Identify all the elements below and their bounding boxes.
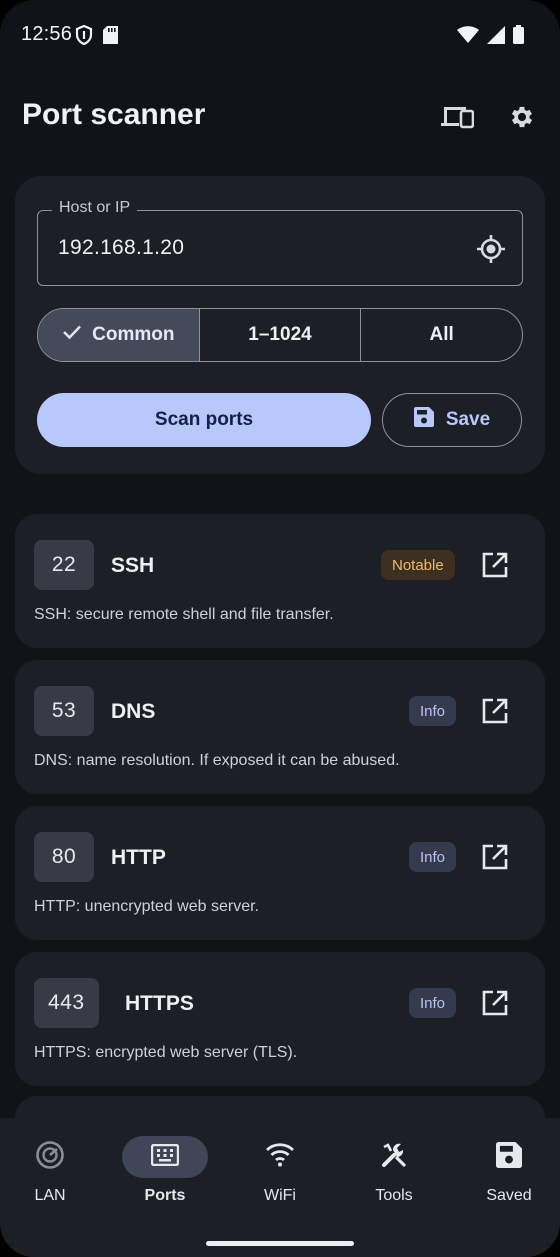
radar-icon bbox=[35, 1140, 65, 1175]
port-result-card[interactable]: 443 HTTPS Info HTTPS: encrypted web serv… bbox=[15, 952, 545, 1086]
page-title: Port scanner bbox=[22, 98, 206, 131]
port-description: SSH: secure remote shell and file transf… bbox=[34, 606, 334, 623]
signal-icon bbox=[487, 25, 505, 49]
range-option-1-1024[interactable]: 1–1024 bbox=[198, 309, 361, 361]
nav-item-ports[interactable]: Ports bbox=[115, 1136, 215, 1205]
save-icon bbox=[413, 407, 434, 433]
nav-label: LAN bbox=[34, 1187, 66, 1204]
range-option-common[interactable]: Common bbox=[38, 309, 199, 361]
port-number: 443 bbox=[34, 978, 99, 1028]
bottom-navigation: LAN Ports WiFi Tools Saved bbox=[0, 1118, 560, 1257]
service-name: HTTP bbox=[111, 846, 166, 869]
home-indicator[interactable] bbox=[206, 1241, 354, 1246]
scan-form-card: Host or IP Common 1–1024 All Scan ports bbox=[15, 176, 545, 474]
scan-ports-button[interactable]: Scan ports bbox=[37, 393, 371, 447]
range-option-label: 1–1024 bbox=[248, 324, 312, 345]
host-field-label: Host or IP bbox=[52, 199, 138, 217]
sd-card-icon bbox=[103, 26, 118, 49]
nav-item-wifi[interactable]: WiFi bbox=[230, 1136, 330, 1205]
port-description: DNS: name resolution. If exposed it can … bbox=[34, 752, 400, 769]
phone-screen: 12:56 Port scanner Host or IP 192.168.1.… bbox=[0, 0, 560, 1257]
devices-icon[interactable] bbox=[440, 100, 474, 134]
port-range-selector: Common 1–1024 All bbox=[37, 308, 523, 362]
check-icon bbox=[62, 324, 82, 346]
service-name: DNS bbox=[111, 700, 156, 723]
nav-label: WiFi bbox=[264, 1187, 296, 1204]
wifi-icon bbox=[457, 25, 479, 49]
open-in-new-icon[interactable] bbox=[481, 551, 509, 579]
port-result-card[interactable]: 22 SSH Notable SSH: secure remote shell … bbox=[15, 514, 545, 648]
severity-badge: Info bbox=[409, 988, 457, 1018]
shield-icon bbox=[75, 24, 93, 50]
wifi-icon bbox=[265, 1142, 295, 1173]
nav-label: Saved bbox=[486, 1187, 532, 1204]
service-name: HTTPS bbox=[125, 992, 194, 1015]
nav-label: Ports bbox=[144, 1187, 186, 1204]
range-option-label: Common bbox=[92, 324, 175, 345]
wrench-icon bbox=[380, 1141, 408, 1174]
port-number: 53 bbox=[34, 686, 94, 736]
port-result-card[interactable]: 80 HTTP Info HTTP: unencrypted web serve… bbox=[15, 806, 545, 940]
save-icon bbox=[496, 1141, 522, 1173]
port-result-card[interactable]: 53 DNS Info DNS: name resolution. If exp… bbox=[15, 660, 545, 794]
severity-badge: Notable bbox=[381, 550, 455, 580]
severity-badge: Info bbox=[409, 842, 457, 872]
range-option-label: All bbox=[429, 324, 454, 345]
port-number: 22 bbox=[34, 540, 94, 590]
open-in-new-icon[interactable] bbox=[481, 843, 509, 871]
save-label: Save bbox=[445, 409, 491, 430]
host-field[interactable]: Host or IP bbox=[37, 199, 523, 286]
status-time: 12:56 bbox=[21, 23, 73, 45]
keyboard-icon bbox=[150, 1143, 180, 1171]
scan-ports-label: Scan ports bbox=[154, 409, 254, 430]
severity-badge: Info bbox=[409, 696, 457, 726]
nav-label: Tools bbox=[375, 1187, 413, 1204]
settings-icon[interactable] bbox=[505, 100, 539, 134]
port-description: HTTPS: encrypted web server (TLS). bbox=[34, 1044, 298, 1061]
my-location-icon[interactable] bbox=[474, 232, 508, 266]
save-button[interactable]: Save bbox=[382, 393, 522, 447]
open-in-new-icon[interactable] bbox=[481, 697, 509, 725]
battery-icon bbox=[513, 25, 524, 49]
range-option-all[interactable]: All bbox=[360, 309, 522, 361]
host-input[interactable] bbox=[58, 233, 458, 263]
nav-item-saved[interactable]: Saved bbox=[459, 1136, 559, 1205]
nav-item-lan[interactable]: LAN bbox=[0, 1136, 100, 1205]
open-in-new-icon[interactable] bbox=[481, 989, 509, 1017]
port-number: 80 bbox=[34, 832, 94, 882]
status-bar: 12:56 bbox=[0, 0, 560, 70]
port-description: HTTP: unencrypted web server. bbox=[34, 898, 259, 915]
service-name: SSH bbox=[111, 554, 155, 577]
nav-item-tools[interactable]: Tools bbox=[344, 1136, 444, 1205]
